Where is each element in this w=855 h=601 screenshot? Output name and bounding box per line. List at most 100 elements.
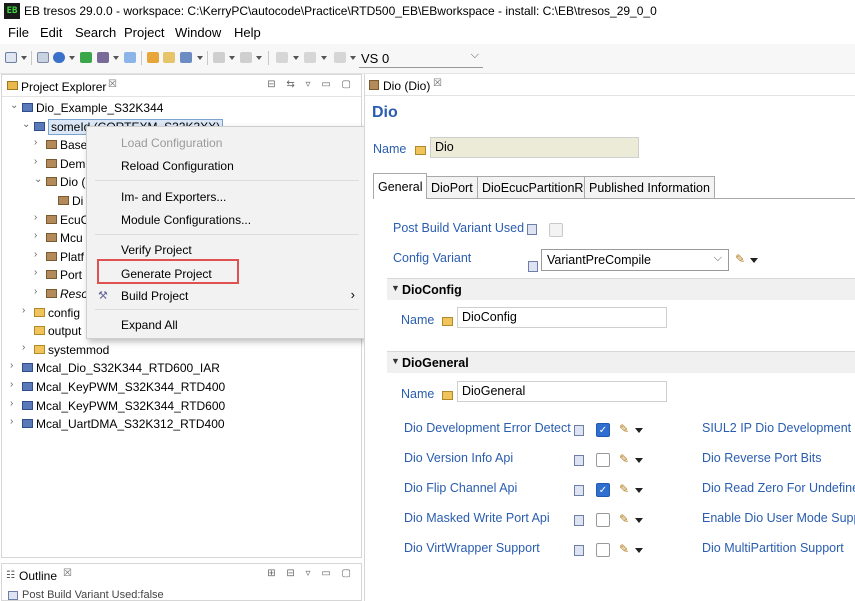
tab-dioport[interactable]: DioPort [426, 176, 478, 198]
param-label[interactable]: Dio Masked Write Port Api [404, 511, 550, 525]
generate-dropdown-icon[interactable] [113, 56, 119, 60]
menu-help[interactable]: Help [234, 25, 261, 40]
copy-dropdown-icon[interactable] [293, 56, 299, 60]
copy-icon[interactable] [276, 52, 288, 63]
menu-item-verify-project[interactable]: Verify Project [121, 243, 192, 257]
expand-closed-icon[interactable]: › [22, 342, 25, 353]
dropdown-arrow-icon[interactable] [635, 428, 643, 433]
config-variant-select[interactable]: VariantPreCompile ⌵ [541, 249, 729, 271]
globe-dropdown-icon[interactable] [69, 56, 75, 60]
outline-item[interactable]: Post Build Variant Used:false [22, 589, 164, 601]
filter-icon[interactable] [334, 52, 346, 63]
variant-select[interactable]: VS 0 ⌵ [359, 48, 483, 68]
tab-published-information[interactable]: Published Information [584, 176, 715, 198]
param-checkbox[interactable]: ✓ [596, 483, 610, 497]
diogeneral-name-field[interactable]: DioGeneral [457, 381, 667, 402]
pencil-icon[interactable]: ✎ [735, 252, 745, 266]
pencil-icon[interactable]: ✎ [619, 452, 629, 466]
menu-project[interactable]: Project [124, 25, 164, 40]
pin-dropdown-icon[interactable] [197, 56, 203, 60]
tree-item[interactable]: › Mcal_Dio_S32K344_RTD600_IAR [2, 359, 361, 377]
tab-dioecucpartitionref[interactable]: DioEcucPartitionRef [477, 176, 599, 198]
expand-closed-icon[interactable]: › [34, 267, 37, 278]
dropdown-arrow-icon[interactable] [635, 518, 643, 523]
expand-open-icon[interactable]: ⌄ [34, 174, 42, 185]
expand-closed-icon[interactable]: › [10, 416, 13, 427]
forward-dropdown-icon[interactable] [256, 56, 262, 60]
param-label-right[interactable]: Dio Read Zero For Undefined [702, 481, 855, 495]
param-label-right[interactable]: SIUL2 IP Dio Development Er [702, 421, 855, 435]
verify-icon[interactable] [80, 52, 92, 63]
expand-closed-icon[interactable]: › [34, 212, 37, 223]
dropdown-arrow-icon[interactable] [750, 258, 758, 263]
refresh-icon[interactable] [163, 52, 175, 63]
menu-file[interactable]: File [8, 25, 29, 40]
close-icon[interactable]: ☒ [108, 79, 117, 90]
editor-tab[interactable]: Dio (Dio) ☒ [365, 74, 855, 96]
post-build-variant-label[interactable]: Post Build Variant Used [393, 221, 524, 235]
config-variant-label[interactable]: Config Variant [393, 251, 471, 265]
menu-item-generate-project[interactable]: Generate Project [121, 267, 212, 281]
dropdown-arrow-icon[interactable] [635, 488, 643, 493]
menu-item-im-and-exporters[interactable]: Im- and Exporters... [121, 190, 226, 204]
param-label[interactable]: Dio Version Info Api [404, 451, 513, 465]
expand-closed-icon[interactable]: › [10, 379, 13, 390]
param-label-right[interactable]: Enable Dio User Mode Suppo [702, 511, 855, 525]
expand-open-icon[interactable]: ⌄ [10, 100, 18, 111]
dropdown-arrow-icon[interactable] [635, 548, 643, 553]
param-label[interactable]: Dio Development Error Detect [404, 421, 571, 435]
pencil-icon[interactable]: ✎ [619, 542, 629, 556]
tree-item[interactable]: ⌄ Dio_Example_S32K344 [2, 99, 361, 117]
expand-closed-icon[interactable]: › [34, 249, 37, 260]
forward-icon[interactable] [240, 52, 252, 63]
diogeneral-name-label[interactable]: Name [401, 387, 434, 401]
tree-item[interactable]: › Mcal_KeyPWM_S32K344_RTD400 [2, 378, 361, 396]
tab-general[interactable]: General [373, 173, 428, 199]
close-icon[interactable]: ☒ [433, 78, 442, 89]
param-label-right[interactable]: Dio MultiPartition Support [702, 541, 844, 555]
pencil-icon[interactable]: ✎ [619, 422, 629, 436]
pencil-icon[interactable]: ✎ [619, 512, 629, 526]
expand-closed-icon[interactable]: › [34, 156, 37, 167]
save-icon[interactable] [37, 52, 49, 63]
back-icon[interactable] [213, 52, 225, 63]
expand-closed-icon[interactable]: › [34, 286, 37, 297]
param-checkbox[interactable] [596, 513, 610, 527]
wand-icon[interactable] [147, 52, 159, 63]
pencil-icon[interactable]: ✎ [619, 482, 629, 496]
menu-window[interactable]: Window [175, 25, 221, 40]
menu-item-build-project[interactable]: Build Project [121, 289, 188, 303]
param-checkbox[interactable] [596, 453, 610, 467]
view-menu-buttons[interactable]: ⊟ ⇆ ▿ ▭ ▢ [267, 79, 355, 90]
tree-item[interactable]: › Mcal_UartDMA_S32K312_RTD400 [2, 415, 361, 433]
dioconfig-name-field[interactable]: DioConfig [457, 307, 667, 328]
paste-dropdown-icon[interactable] [321, 56, 327, 60]
post-build-variant-checkbox[interactable] [549, 223, 563, 237]
new-dropdown-icon[interactable] [21, 56, 27, 60]
menu-item-module-configurations[interactable]: Module Configurations... [121, 213, 251, 227]
generate-icon[interactable] [97, 52, 109, 63]
name-label[interactable]: Name [373, 142, 406, 156]
pin-icon[interactable] [180, 52, 192, 63]
paste-icon[interactable] [304, 52, 316, 63]
dropdown-arrow-icon[interactable] [635, 458, 643, 463]
globe-icon[interactable] [53, 52, 65, 63]
menu-search[interactable]: Search [75, 25, 116, 40]
param-label-right[interactable]: Dio Reverse Port Bits [702, 451, 821, 465]
expand-closed-icon[interactable]: › [34, 230, 37, 241]
menu-edit[interactable]: Edit [40, 25, 62, 40]
param-label[interactable]: Dio VirtWrapper Support [404, 541, 540, 555]
back-dropdown-icon[interactable] [229, 56, 235, 60]
expand-open-icon[interactable]: ⌄ [22, 119, 30, 130]
dioconfig-name-label[interactable]: Name [401, 313, 434, 327]
name-field[interactable]: Dio [430, 137, 639, 158]
dioconfig-section-header[interactable]: ▼ DioConfig [387, 278, 855, 300]
expand-closed-icon[interactable]: › [34, 137, 37, 148]
tree-item[interactable]: › systemmod [2, 341, 361, 359]
menu-item-expand-all[interactable]: Expand All [121, 318, 178, 332]
filter-dropdown-icon[interactable] [350, 56, 356, 60]
tree-item[interactable]: › Mcal_KeyPWM_S32K344_RTD600 [2, 397, 361, 415]
expand-closed-icon[interactable]: › [10, 360, 13, 371]
param-checkbox[interactable] [596, 543, 610, 557]
param-checkbox[interactable]: ✓ [596, 423, 610, 437]
